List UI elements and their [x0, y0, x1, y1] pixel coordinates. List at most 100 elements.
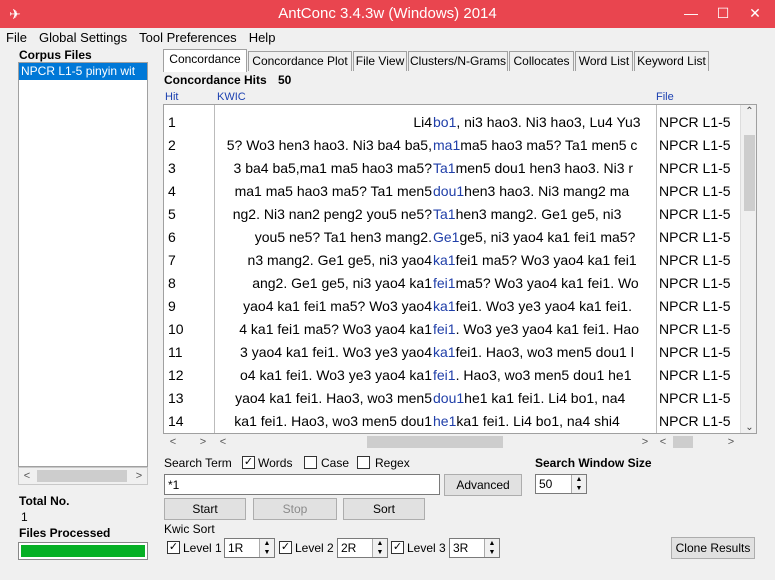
level-1-label: Level 1: [183, 541, 222, 555]
kwic-line[interactable]: yao4 ka1 fei1 ma5? Wo3 yao4 ka1 fei1. Wo3…: [216, 295, 654, 318]
scroll-left-icon[interactable]: <: [215, 434, 231, 450]
file-name: NPCR L1-5: [659, 160, 731, 176]
kwic-hscrollbar[interactable]: < >: [215, 434, 653, 450]
file-name: NPCR L1-5: [659, 229, 731, 245]
spinner-arrows-icon[interactable]: ▲ ▼: [571, 475, 586, 493]
kwic-line[interactable]: 3 ba4 ba5,ma1 ma5 hao3 ma5? Ta1 men5 dou1…: [216, 157, 654, 180]
corpus-file-item[interactable]: NPCR L1-5 pinyin wit: [19, 63, 147, 80]
file-name: NPCR L1-5: [659, 344, 731, 360]
search-term-input[interactable]: *1: [164, 474, 440, 495]
kwic-right-context: . Wo3 ye3 yao4 ka1 fei1. Hao: [455, 321, 639, 337]
tab-concordance-plot[interactable]: Concordance Plot: [248, 51, 352, 71]
scroll-thumb[interactable]: [367, 436, 503, 448]
file-hscrollbar[interactable]: < >: [655, 434, 739, 450]
kwic-keyword[interactable]: Ta1: [433, 203, 456, 226]
kwic-column[interactable]: Li4 bo1, ni3 hao3. Ni3 hao3, Lu4 Yu3 5? Wo…: [216, 105, 654, 433]
menu-file[interactable]: File: [0, 28, 33, 47]
kwic-line[interactable]: ma1 ma5 hao3 ma5? Ta1 men5 dou1 hen3 hao3…: [216, 180, 654, 203]
kwic-keyword[interactable]: dou1: [433, 180, 464, 203]
clone-results-button[interactable]: Clone Results: [671, 537, 755, 559]
scroll-thumb[interactable]: [744, 135, 755, 211]
kwic-keyword[interactable]: fei1: [433, 364, 456, 387]
kwic-sort-label: Kwic Sort: [164, 522, 215, 536]
tab-file-view[interactable]: File View: [353, 51, 407, 71]
scroll-right-icon[interactable]: >: [195, 434, 211, 450]
kwic-line[interactable]: 5? Wo3 hen3 hao3. Ni3 ba4 ba5, ma1 ma5 ha…: [216, 134, 654, 157]
file-name: NPCR L1-5: [659, 206, 731, 222]
level-1-spinner[interactable]: 1R ▲ ▼: [224, 538, 275, 558]
kwic-keyword[interactable]: fei1: [433, 272, 456, 295]
regex-checkbox[interactable]: [357, 456, 370, 469]
kwic-line[interactable]: o4 ka1 fei1. Wo3 ye3 yao4 ka1 fei1. Hao3,…: [216, 364, 654, 387]
corpus-files-list[interactable]: NPCR L1-5 pinyin wit: [18, 62, 148, 467]
kwic-line[interactable]: ang2. Ge1 ge5, ni3 yao4 ka1 fei1 ma5? Wo3…: [216, 272, 654, 295]
kwic-keyword[interactable]: ka1: [433, 341, 456, 364]
corpus-files-hscrollbar[interactable]: < >: [18, 467, 148, 485]
minimize-button[interactable]: —: [676, 0, 706, 28]
kwic-keyword[interactable]: ka1: [433, 249, 456, 272]
hit-hscrollbar[interactable]: < >: [163, 434, 214, 450]
kwic-line[interactable]: you5 ne5? Ta1 hen3 mang2. Ge1 ge5, ni3 ya…: [216, 226, 654, 249]
scroll-left-icon[interactable]: <: [655, 434, 671, 450]
menu-help[interactable]: Help: [243, 28, 282, 47]
concordance-results[interactable]: 1 2 3 4 5 6 7 8 9 10 11 12 13 14 Li4 bo1, ni3 hao3. Ni…: [163, 104, 757, 434]
level-1-checkbox[interactable]: ✓: [167, 541, 180, 554]
scroll-up-icon[interactable]: ⌃: [741, 105, 756, 119]
kwic-line[interactable]: 4 ka1 fei1 ma5? Wo3 yao4 ka1 fei1. Wo3 ye…: [216, 318, 654, 341]
kwic-left-context: ma1 ma5 hao3 ma5? Ta1 men5: [234, 183, 432, 199]
kwic-keyword[interactable]: dou1: [433, 387, 464, 410]
kwic-right-context: ge5, ni3 yao4 ka1 fei1 ma5?: [459, 229, 636, 245]
scroll-down-icon[interactable]: ⌄: [741, 421, 756, 433]
level-3-checkbox[interactable]: ✓: [391, 541, 404, 554]
kwic-keyword[interactable]: Ta1: [433, 157, 456, 180]
case-checkbox[interactable]: [304, 456, 317, 469]
maximize-button[interactable]: ☐: [708, 0, 738, 28]
files-processed-label: Files Processed: [19, 526, 111, 540]
results-vscrollbar[interactable]: ⌃ ⌄: [740, 105, 756, 433]
scroll-left-icon[interactable]: <: [165, 434, 181, 450]
spinner-arrows-icon[interactable]: ▲ ▼: [259, 539, 274, 557]
kwic-keyword[interactable]: ka1: [433, 295, 456, 318]
sort-button[interactable]: Sort: [343, 498, 425, 520]
kwic-line[interactable]: yao4 ka1 fei1. Hao3, wo3 men5 dou1 he1 ka…: [216, 387, 654, 410]
kwic-keyword[interactable]: bo1: [433, 111, 456, 134]
level-2-checkbox[interactable]: ✓: [279, 541, 292, 554]
level-2-spinner[interactable]: 2R ▲ ▼: [337, 538, 388, 558]
advanced-button[interactable]: Advanced: [444, 474, 522, 496]
spinner-arrows-icon[interactable]: ▲ ▼: [372, 539, 387, 557]
menu-tool-preferences[interactable]: Tool Preferences: [133, 28, 243, 47]
start-button[interactable]: Start: [164, 498, 246, 520]
search-window-size-spinner[interactable]: 50 ▲ ▼: [535, 474, 587, 494]
tab-concordance[interactable]: Concordance: [163, 49, 247, 72]
kwic-keyword[interactable]: he1: [433, 410, 456, 433]
kwic-keyword[interactable]: Ge1: [433, 226, 459, 249]
scroll-right-icon[interactable]: >: [637, 434, 653, 450]
menu-global-settings[interactable]: Global Settings: [33, 28, 133, 47]
kwic-keyword[interactable]: fei1: [433, 318, 456, 341]
kwic-line[interactable]: ng2. Ni3 nan2 peng2 you5 ne5? Ta1 hen3 ma…: [216, 203, 654, 226]
scroll-right-icon[interactable]: >: [723, 434, 739, 450]
scroll-thumb[interactable]: [37, 470, 127, 482]
spinner-arrows-icon[interactable]: ▲ ▼: [484, 539, 499, 557]
close-button[interactable]: ✕: [740, 0, 770, 28]
hit-number: 13: [168, 390, 184, 406]
words-checkbox[interactable]: ✓: [242, 456, 255, 469]
kwic-line[interactable]: n3 mang2. Ge1 ge5, ni3 yao4 ka1 fei1 ma5?…: [216, 249, 654, 272]
tab-word-list[interactable]: Word List: [575, 51, 633, 71]
kwic-right-context: fei1. Hao3, wo3 men5 dou1 l: [455, 344, 634, 360]
kwic-right-context: ma5? Wo3 yao4 ka1 fei1. Wo: [455, 275, 639, 291]
scroll-thumb[interactable]: [673, 436, 693, 448]
scroll-right-icon[interactable]: >: [131, 468, 147, 484]
scroll-left-icon[interactable]: <: [19, 468, 35, 484]
tab-keyword-list[interactable]: Keyword List: [634, 51, 709, 71]
tab-collocates[interactable]: Collocates: [509, 51, 574, 71]
kwic-line[interactable]: ka1 fei1. Hao3, wo3 men5 dou1 he1 ka1 fei…: [216, 410, 654, 433]
kwic-keyword[interactable]: ma1: [433, 134, 460, 157]
level-3-spinner[interactable]: 3R ▲ ▼: [449, 538, 500, 558]
kwic-left-context: Li4: [413, 114, 432, 130]
kwic-line[interactable]: 3 yao4 ka1 fei1. Wo3 ye3 yao4 ka1 fei1. H…: [216, 341, 654, 364]
level-2-label: Level 2: [295, 541, 334, 555]
kwic-line[interactable]: Li4 bo1, ni3 hao3. Ni3 hao3, Lu4 Yu3: [216, 111, 654, 134]
stop-button[interactable]: Stop: [253, 498, 337, 520]
tab-clusters-ngrams[interactable]: Clusters/N-Grams: [408, 51, 508, 71]
